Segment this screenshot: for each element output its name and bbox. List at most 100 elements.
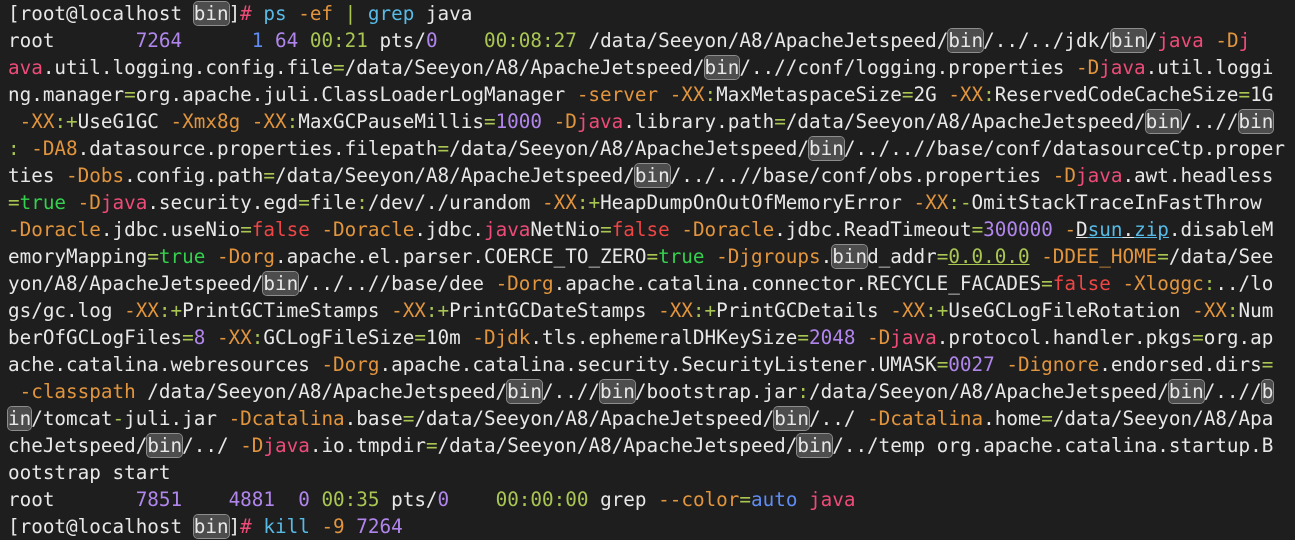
terminal-text-segment: : (925, 299, 937, 322)
search-highlight: bin (1238, 110, 1274, 133)
terminal-text-segment: 0 (437, 488, 450, 511)
search-highlight: bin (263, 272, 299, 295)
terminal-text-segment: -Xmx8g (170, 110, 241, 133)
terminal-text-segment: .tls.ephemeralDHKeySize (530, 326, 798, 349)
terminal-text-segment: .apache.el.parser.COERCE_TO_ZERO (275, 245, 647, 268)
terminal-line: [root@localhost bin]# ps -ef | grep java (8, 0, 1295, 27)
terminal-text-segment: + (170, 299, 183, 322)
terminal-text-segment: MaxMetaspaceSize (716, 83, 902, 106)
terminal-text-segment: . (1122, 218, 1135, 241)
terminal-text-segment: -D (553, 110, 577, 133)
terminal-text-segment: : (251, 326, 264, 349)
terminal-text-segment: -Xloggc (1122, 272, 1204, 295)
terminal[interactable]: [root@localhost bin]# ps -ef | grep java… (0, 0, 1295, 540)
terminal-text-segment: / (1145, 29, 1158, 52)
terminal-text-segment: + (437, 299, 450, 322)
terminal-text-segment: = (182, 326, 194, 349)
terminal-text-segment: java (890, 326, 937, 349)
terminal-text-segment: /..// (542, 380, 601, 403)
terminal-text-segment: gs/gc.log (8, 299, 125, 322)
terminal-text-segment: -Dobs (66, 164, 125, 187)
search-highlight: bin (193, 515, 229, 538)
terminal-text-segment: = (936, 245, 949, 268)
terminal-line: ache.catalina.webresources -Dorg.apache.… (8, 351, 1295, 378)
terminal-text-segment: : (576, 191, 589, 214)
terminal-line: -classpath /data/Seeyon/A8/ApacheJetspee… (8, 378, 1295, 405)
terminal-text-segment: : (54, 110, 67, 133)
terminal-text-segment: PrintGCDetails (716, 299, 891, 322)
terminal-text-segment: Num (1238, 299, 1274, 322)
terminal-text-segment: .io.tmpdir (309, 434, 426, 457)
terminal-text-segment: -Dorg (216, 245, 276, 268)
terminal-text-segment: zip (1134, 218, 1169, 241)
terminal-text-segment: .jdbc. (414, 218, 484, 241)
terminal-text-segment: -XX (542, 191, 577, 214)
terminal-text-segment: OmitStackTraceInFastThrow (971, 191, 1262, 214)
terminal-line: in/tomcat-juli.jar -Dcatalina.base=/data… (8, 405, 1295, 432)
terminal-text-segment: 300000 (983, 218, 1053, 241)
terminal-text-segment: -XX (251, 110, 287, 133)
terminal-text-segment: /../ (809, 407, 868, 430)
terminal-text-segment: auto (751, 488, 798, 511)
terminal-text-segment: ] (228, 515, 241, 538)
search-highlight: bin (147, 434, 183, 457)
terminal-text-segment: = (1238, 83, 1251, 106)
terminal-text-segment: /tomcat (31, 407, 113, 430)
terminal-text-segment: -D (867, 326, 891, 349)
terminal-line: yon/A8/ApacheJetspeed/bin/../..//base/de… (8, 270, 1295, 297)
terminal-text-segment: java (1157, 29, 1204, 52)
terminal-text-segment: 1000 (495, 110, 543, 133)
terminal-text-segment: -XX (216, 326, 252, 349)
terminal-text-segment: pts/ (379, 488, 438, 511)
terminal-text-segment: = (797, 326, 810, 349)
terminal-text-segment: /data/Seeyon/A8/ApacheJetspeed/ (437, 434, 798, 457)
terminal-text-segment: -D (240, 434, 264, 457)
terminal-text-segment: -XX (391, 299, 426, 322)
terminal-text-segment: 7264 (356, 515, 403, 538)
terminal-text-segment: -XX (890, 299, 926, 322)
terminal-text-segment: yon/A8/ApacheJetspeed/ (8, 272, 264, 295)
terminal-text-segment: /data/Seeyon/A8/Apa (1052, 407, 1274, 430)
terminal-text-segment: = (646, 245, 659, 268)
terminal-text-segment: ] (228, 2, 241, 25)
terminal-text-segment: -XX (19, 110, 55, 133)
terminal-text-segment: true (19, 191, 67, 214)
terminal-text-segment: + (936, 299, 949, 322)
terminal-text-segment: grep (588, 488, 659, 511)
search-highlight: bin (600, 380, 635, 403)
terminal-text-segment: = (124, 83, 136, 106)
terminal-text-segment: -server (576, 83, 659, 106)
terminal-text-segment: ootstrap start (8, 461, 171, 484)
terminal-text-segment: grep (367, 2, 415, 25)
terminal-text-segment: /data/Seeyon/A8/ApacheJetspeed/ (785, 110, 1146, 133)
terminal-text-segment: NetNio (530, 218, 601, 241)
search-highlight: bin (1145, 110, 1181, 133)
terminal-text-segment: 4881 (228, 488, 276, 511)
terminal-text-segment: UseG1GC (77, 110, 171, 133)
terminal-text-segment: : (692, 299, 705, 322)
terminal-text-segment: # (240, 2, 252, 25)
terminal-text-segment: -DDEE_HOME (1041, 245, 1158, 268)
terminal-text-segment: .library.path (623, 110, 775, 133)
terminal-text-segment: -ef (298, 2, 334, 25)
terminal-text-segment: : (8, 137, 20, 160)
terminal-text-segment: GCLogFileSize (263, 326, 415, 349)
terminal-text-segment: = (437, 137, 450, 160)
terminal-text-segment: - (112, 407, 125, 430)
terminal-text-segment: java (809, 488, 856, 511)
terminal-line: root 7264 1 64 00:21 pts/0 00:08:27 /dat… (8, 27, 1295, 54)
terminal-text-segment: /data/Seeyon/A8/ApacheJetspeed/ (449, 137, 809, 160)
terminal-text-segment: -D (1215, 29, 1239, 52)
terminal-text-segment: sun (1087, 218, 1123, 241)
terminal-text-segment: PrintGCTimeStamps (182, 299, 392, 322)
terminal-text-segment: ava (8, 56, 43, 79)
terminal-text-segment: 10m (425, 326, 473, 349)
